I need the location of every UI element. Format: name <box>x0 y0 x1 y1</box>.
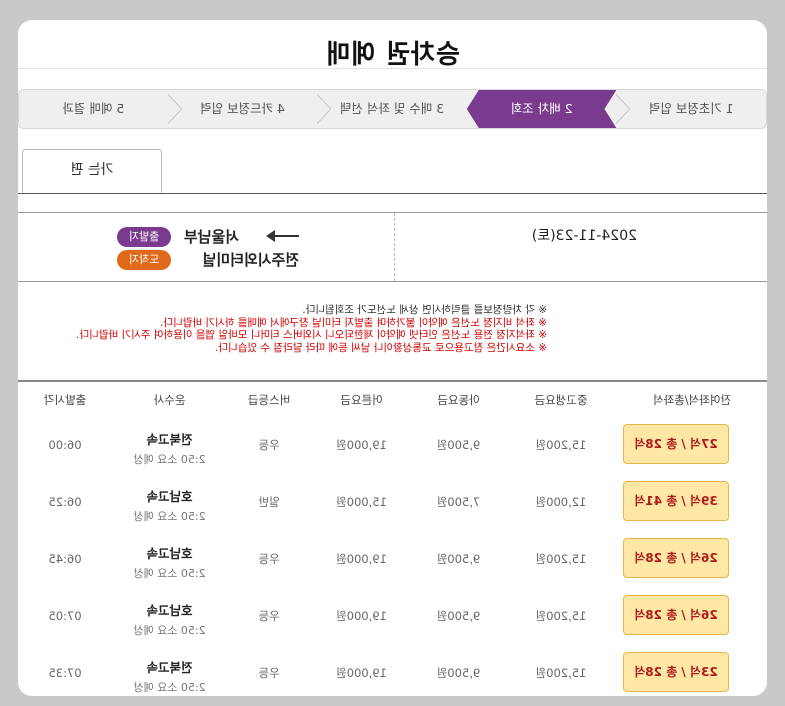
booking-panel: 승차권 예매 1 기초정보 입력 2 배차 조회 3 매수 및 좌석 선택 4 카드정… <box>18 20 767 696</box>
child-fare: 7,500원 <box>436 495 481 509</box>
teen-fare: 12,000원 <box>535 495 587 509</box>
adult-fare: 15,000원 <box>336 495 387 509</box>
notice-line: ※ 좌석 비지정 노선은 예약이 불가하며 출발지 터미널 창구에서 예매를 하… <box>160 316 547 329</box>
bus-grade: 일반 <box>258 495 280 509</box>
bus-grade: 우등 <box>258 438 280 452</box>
step-label: 1 기초정보 입력 <box>648 101 734 116</box>
travel-duration: 2:50 소요 예상 <box>133 453 206 466</box>
bus-company[interactable]: 호남고속 2:50 소요 예상 <box>112 531 227 581</box>
child-fare: 9,500원 <box>436 552 481 566</box>
departure-time: 06:25 <box>48 495 82 509</box>
title-divider <box>18 68 767 69</box>
header-teen-fare: 중고생요금 <box>534 393 588 407</box>
arrival-terminal: 전주시외터미널 <box>202 251 299 269</box>
departure-time: 06:00 <box>48 438 82 452</box>
step-chevron-icon <box>317 94 332 124</box>
company-name[interactable]: 전북고속 <box>112 657 227 676</box>
step-label: 2 배차 조회 <box>510 101 573 116</box>
bus-company[interactable]: 전북고속 2:50 소요 예상 <box>112 645 227 695</box>
company-name[interactable]: 호남고속 <box>112 600 227 619</box>
bus-company[interactable]: 호남고속 2:50 소요 예상 <box>112 474 227 524</box>
teen-fare: 15,200원 <box>535 609 587 623</box>
notice-line: ※ 소요시간은 참고용으로 교통상황이나 날씨 등에 따라 달라질 수 있습니다… <box>215 341 547 354</box>
notice-list: ※ 각 차량정보를 클릭하시면 상세 노선도가 조회됩니다. ※ 좌석 비지정 노… <box>18 304 767 354</box>
seat-select-button[interactable]: 39석 / 총 41석 <box>623 481 729 521</box>
seat-select-button[interactable]: 26석 / 총 28석 <box>623 538 729 578</box>
bus-company[interactable]: 호남고속 2:50 소요 예상 <box>112 588 227 638</box>
table-row: 07:05 호남고속 2:50 소요 예상 우등 19,000원 9,500원 15,200… <box>18 588 767 646</box>
travel-duration: 2:50 소요 예상 <box>133 567 206 580</box>
step-1: 1 기초정보 입력 <box>616 90 766 128</box>
route-summary: 출발지 서울남부 도착지 전주시외터미널 2024-11-23(토) <box>18 212 767 282</box>
adult-fare: 19,000원 <box>336 609 387 623</box>
header-company: 운수사 <box>153 393 186 407</box>
adult-fare: 19,000원 <box>336 552 387 566</box>
page-title: 승차권 예매 <box>325 40 460 70</box>
step-chevron-icon <box>616 94 631 124</box>
table-row: 06:45 호남고속 2:50 소요 예상 우등 19,000원 9,500원 15,200… <box>18 531 767 589</box>
bus-company[interactable]: 전북고속 2:50 소요 예상 <box>112 417 227 467</box>
child-fare: 9,500원 <box>436 666 481 680</box>
step-4: 4 카드정보 입력 <box>167 90 318 128</box>
direction-tabs: 가는 편 <box>18 149 767 194</box>
child-fare: 9,500원 <box>436 609 481 623</box>
table-row: 07:35 전북고속 2:50 소요 예상 우등 19,000원 9,500원 15,200… <box>18 645 767 696</box>
child-fare: 9,500원 <box>436 438 481 452</box>
seat-select-button[interactable]: 26석 / 총 28석 <box>623 595 729 635</box>
header-adult-fare: 어른요금 <box>340 393 383 407</box>
header-grade: 버스등급 <box>247 393 291 407</box>
bus-grade: 우등 <box>258 552 280 566</box>
company-name[interactable]: 전북고속 <box>112 429 227 448</box>
schedule-table-header: 출발시각 운수사 버스등급 어른요금 아동요금 중고생요금 잔여좌석/총좌석 <box>18 380 767 419</box>
company-name[interactable]: 호남고속 <box>112 543 227 562</box>
table-row: 06:00 전북고속 2:50 소요 예상 우등 19,000원 9,500원 15,200… <box>18 417 767 475</box>
departure-time: 07:05 <box>48 609 82 623</box>
step-3: 3 매수 및 좌석 선택 <box>317 90 467 128</box>
step-chevron-icon <box>167 94 182 124</box>
notice-line: ※ 각 차량정보를 클릭하시면 상세 노선도가 조회됩니다. <box>302 304 547 316</box>
departure-date: 2024-11-23(토) <box>531 228 637 244</box>
arrival-badge: 도착지 <box>117 250 171 270</box>
teen-fare: 15,200원 <box>535 666 587 680</box>
step-label: 3 매수 및 좌석 선택 <box>339 101 445 116</box>
step-label: 5 예매 결과 <box>62 101 125 116</box>
step-label: 4 카드정보 입력 <box>199 101 285 116</box>
adult-fare: 19,000원 <box>336 438 387 452</box>
adult-fare: 19,000원 <box>336 666 387 680</box>
step-progress: 1 기초정보 입력 2 배차 조회 3 매수 및 좌석 선택 4 카드정보 입력 5 예… <box>18 89 767 129</box>
company-name[interactable]: 호남고속 <box>112 486 227 505</box>
seat-select-button[interactable]: 27석 / 총 28석 <box>623 424 729 464</box>
seat-select-button[interactable]: 23석 / 총 28석 <box>623 652 729 692</box>
route-divider <box>394 213 395 281</box>
travel-duration: 2:50 소요 예상 <box>133 624 206 637</box>
step-2: 2 배차 조회 <box>467 90 617 128</box>
departure-badge: 출발지 <box>117 227 171 247</box>
step-5: 5 예매 결과 <box>19 90 168 128</box>
departure-terminal: 서울남부 <box>183 228 239 246</box>
departure-time: 06:45 <box>48 552 82 566</box>
teen-fare: 15,200원 <box>535 552 587 566</box>
travel-duration: 2:50 소요 예상 <box>133 510 206 523</box>
tab-outbound[interactable]: 가는 편 <box>22 149 162 193</box>
travel-duration: 2:50 소요 예상 <box>133 681 206 694</box>
screen: 승차권 예매 1 기초정보 입력 2 배차 조회 3 매수 및 좌석 선택 4 카드정… <box>0 0 785 706</box>
header-child-fare: 아동요금 <box>437 393 480 407</box>
departure-time: 07:35 <box>48 666 82 680</box>
notice-line: ※ 좌석지정 전용 노선은 인터넷 예약이 제한되오니 시외버스 티머니 모바일… <box>76 329 547 341</box>
header-seats: 잔여좌석/총좌석 <box>653 393 731 407</box>
bus-grade: 우등 <box>258 609 280 623</box>
teen-fare: 15,200원 <box>535 438 587 452</box>
bus-grade: 우등 <box>258 666 280 680</box>
route-arrow-head-icon <box>266 230 275 242</box>
header-time: 출발시각 <box>43 393 87 407</box>
table-row: 06:25 호남고속 2:50 소요 예상 일반 15,000원 7,500원 12,000… <box>18 474 767 532</box>
